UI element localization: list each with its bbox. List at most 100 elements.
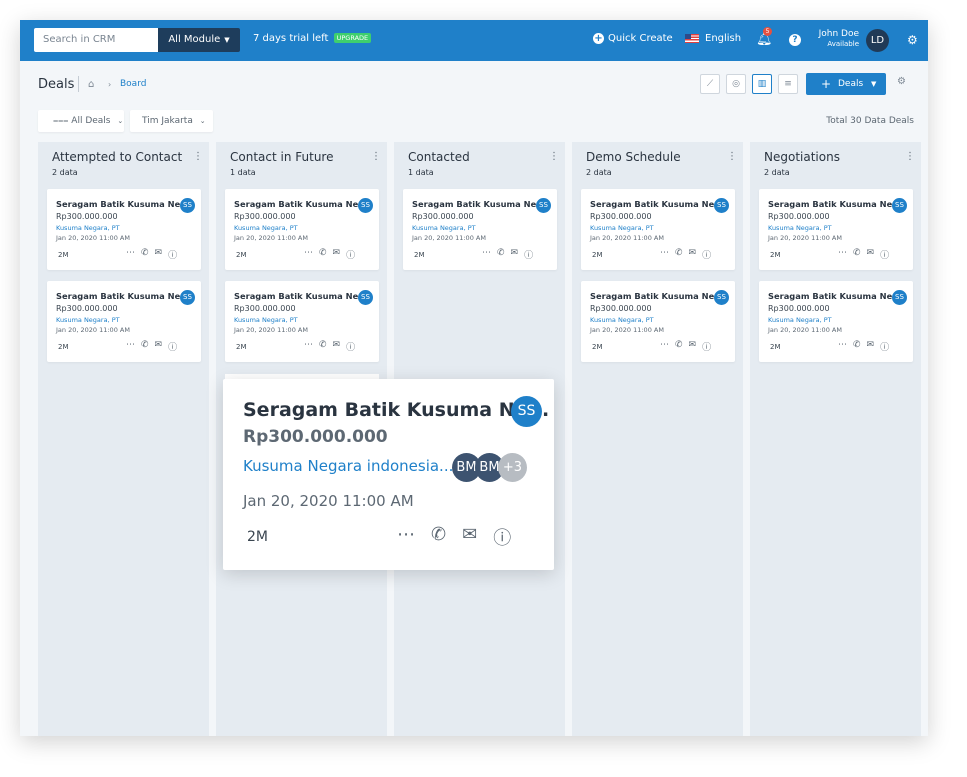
- phone-icon[interactable]: ✆: [319, 248, 327, 261]
- home-icon[interactable]: ⌂: [88, 79, 94, 90]
- more-horizontal-icon[interactable]: ⋯: [304, 340, 313, 353]
- deal-age: 2M: [592, 251, 603, 259]
- dragged-deal-card[interactable]: Seragam Batik Kusuma Ne... SS Rp300.000.…: [223, 379, 554, 570]
- mail-icon[interactable]: ✉: [689, 340, 697, 353]
- deal-age: 2M: [236, 343, 247, 351]
- mail-icon[interactable]: ✉: [511, 248, 519, 261]
- phone-icon[interactable]: ✆: [141, 248, 149, 261]
- user-menu[interactable]: John Doe Available: [810, 29, 859, 49]
- more-vertical-icon[interactable]: ⋮: [193, 151, 203, 162]
- owner-avatar: SS: [358, 198, 373, 213]
- more-horizontal-icon[interactable]: ⋯: [126, 248, 135, 261]
- language-selector[interactable]: English: [685, 33, 741, 44]
- deal-company[interactable]: Kusuma Negara, PT: [56, 224, 120, 232]
- phone-icon[interactable]: ✆: [431, 524, 446, 550]
- more-horizontal-icon[interactable]: ⋯: [838, 248, 847, 261]
- all-deals-filter[interactable]: ⩶ All Deals ⌄: [38, 110, 124, 132]
- phone-icon[interactable]: ✆: [319, 340, 327, 353]
- list-view-button[interactable]: ≡: [778, 74, 798, 94]
- help-icon[interactable]: ?: [789, 34, 801, 46]
- column-count: 2 data: [764, 168, 790, 177]
- phone-icon[interactable]: ✆: [853, 248, 861, 261]
- notifications-button[interactable]: 🔔︎ 5: [756, 27, 773, 47]
- more-vertical-icon[interactable]: ⋮: [727, 151, 737, 162]
- board-view-button[interactable]: ▥: [752, 74, 772, 94]
- deal-company[interactable]: Kusuma Negara, PT: [56, 316, 120, 324]
- deal-date: Jan 20, 2020 11:00 AM: [412, 234, 486, 242]
- card-actions: ⋯ ✆ ✉ ⓘ: [482, 248, 533, 261]
- info-icon[interactable]: ⓘ: [880, 340, 889, 353]
- avatar[interactable]: LD: [866, 29, 889, 52]
- more-vertical-icon[interactable]: ⋮: [549, 151, 559, 162]
- user-status: Available: [827, 40, 859, 48]
- deal-card[interactable]: Seragam Batik Kusuma Ne... SS Rp300.000.…: [47, 281, 201, 362]
- quick-create-button[interactable]: + Quick Create: [593, 33, 673, 44]
- add-deal-button[interactable]: + Deals ▼: [806, 73, 886, 95]
- deal-company[interactable]: Kusuma Negara, PT: [234, 224, 298, 232]
- gear-icon[interactable]: ⚙: [907, 33, 918, 47]
- info-icon[interactable]: ⓘ: [168, 248, 177, 261]
- info-icon[interactable]: ⓘ: [702, 340, 711, 353]
- phone-icon[interactable]: ✆: [675, 340, 683, 353]
- deal-company[interactable]: Kusuma Negara, PT: [590, 316, 654, 324]
- deal-date: Jan 20, 2020 11:00 AM: [56, 326, 130, 334]
- info-icon[interactable]: ⓘ: [524, 248, 533, 261]
- deal-card[interactable]: Seragam Batik Kusuma Ne... SS Rp300.000.…: [581, 281, 735, 362]
- deal-title: Seragam Batik Kusuma Ne...: [768, 291, 902, 301]
- info-icon[interactable]: ⓘ: [880, 248, 889, 261]
- mail-icon[interactable]: ✉: [155, 340, 163, 353]
- mail-icon[interactable]: ✉: [689, 248, 697, 261]
- deal-card[interactable]: Seragam Batik Kusuma Ne... SS Rp300.000.…: [759, 281, 913, 362]
- more-horizontal-icon[interactable]: ⋯: [304, 248, 313, 261]
- mail-icon[interactable]: ✉: [867, 340, 875, 353]
- search-input[interactable]: Search in CRM: [34, 28, 158, 52]
- chart-view-button[interactable]: ⟋: [700, 74, 720, 94]
- more-vertical-icon[interactable]: ⋮: [905, 151, 915, 162]
- info-icon[interactable]: ⓘ: [346, 248, 355, 261]
- deal-company[interactable]: Kusuma Negara indonesia...: [243, 457, 453, 475]
- module-dropdown[interactable]: All Module ▼: [158, 28, 240, 52]
- more-members-badge[interactable]: +3: [498, 453, 527, 482]
- phone-icon[interactable]: ✆: [853, 340, 861, 353]
- mail-icon[interactable]: ✉: [333, 340, 341, 353]
- list-icon: ≡: [784, 79, 792, 89]
- mail-icon[interactable]: ✉: [155, 248, 163, 261]
- deal-card[interactable]: Seragam Batik Kusuma Ne... SS Rp300.000.…: [403, 189, 557, 270]
- info-icon[interactable]: ⓘ: [702, 248, 711, 261]
- phone-icon[interactable]: ✆: [497, 248, 505, 261]
- more-horizontal-icon[interactable]: ⋯: [482, 248, 491, 261]
- deal-card[interactable]: Seragam Batik Kusuma Ne... SS Rp300.000.…: [225, 281, 379, 362]
- upgrade-badge[interactable]: UPGRADE: [333, 33, 372, 43]
- mail-icon[interactable]: ✉: [462, 524, 477, 550]
- more-horizontal-icon[interactable]: ⋯: [660, 340, 669, 353]
- mail-icon[interactable]: ✉: [867, 248, 875, 261]
- map-view-button[interactable]: ◎: [726, 74, 746, 94]
- deal-card[interactable]: Seragam Batik Kusuma Ne... SS Rp300.000.…: [47, 189, 201, 270]
- card-actions: ⋯ ✆ ✉ ⓘ: [126, 248, 177, 261]
- info-icon[interactable]: ⓘ: [168, 340, 177, 353]
- deal-company[interactable]: Kusuma Negara, PT: [234, 316, 298, 324]
- deal-card[interactable]: Seragam Batik Kusuma Ne... SS Rp300.000.…: [581, 189, 735, 270]
- deal-title: Seragam Batik Kusuma Ne...: [412, 199, 546, 209]
- deal-card[interactable]: Seragam Batik Kusuma Ne... SS Rp300.000.…: [759, 189, 913, 270]
- more-horizontal-icon[interactable]: ⋯: [126, 340, 135, 353]
- deal-amount: Rp300.000.000: [243, 427, 388, 447]
- more-vertical-icon[interactable]: ⋮: [371, 151, 381, 162]
- info-icon[interactable]: ⓘ: [346, 340, 355, 353]
- breadcrumb-board[interactable]: Board: [120, 79, 146, 89]
- mail-icon[interactable]: ✉: [333, 248, 341, 261]
- team-filter[interactable]: Tim Jakarta ⌄: [130, 110, 213, 132]
- phone-icon[interactable]: ✆: [141, 340, 149, 353]
- info-icon[interactable]: ⓘ: [493, 524, 511, 550]
- more-horizontal-icon[interactable]: ⋯: [838, 340, 847, 353]
- deal-company[interactable]: Kusuma Negara, PT: [590, 224, 654, 232]
- deal-card[interactable]: Seragam Batik Kusuma Ne... SS Rp300.000.…: [225, 189, 379, 270]
- board-settings-icon[interactable]: ⚙: [897, 76, 906, 87]
- more-horizontal-icon[interactable]: ⋯: [660, 248, 669, 261]
- deal-company[interactable]: Kusuma Negara, PT: [768, 316, 832, 324]
- phone-icon[interactable]: ✆: [675, 248, 683, 261]
- more-horizontal-icon[interactable]: ⋯: [397, 524, 415, 550]
- deal-company[interactable]: Kusuma Negara, PT: [768, 224, 832, 232]
- deal-company[interactable]: Kusuma Negara, PT: [412, 224, 476, 232]
- owner-avatar: SS: [180, 198, 195, 213]
